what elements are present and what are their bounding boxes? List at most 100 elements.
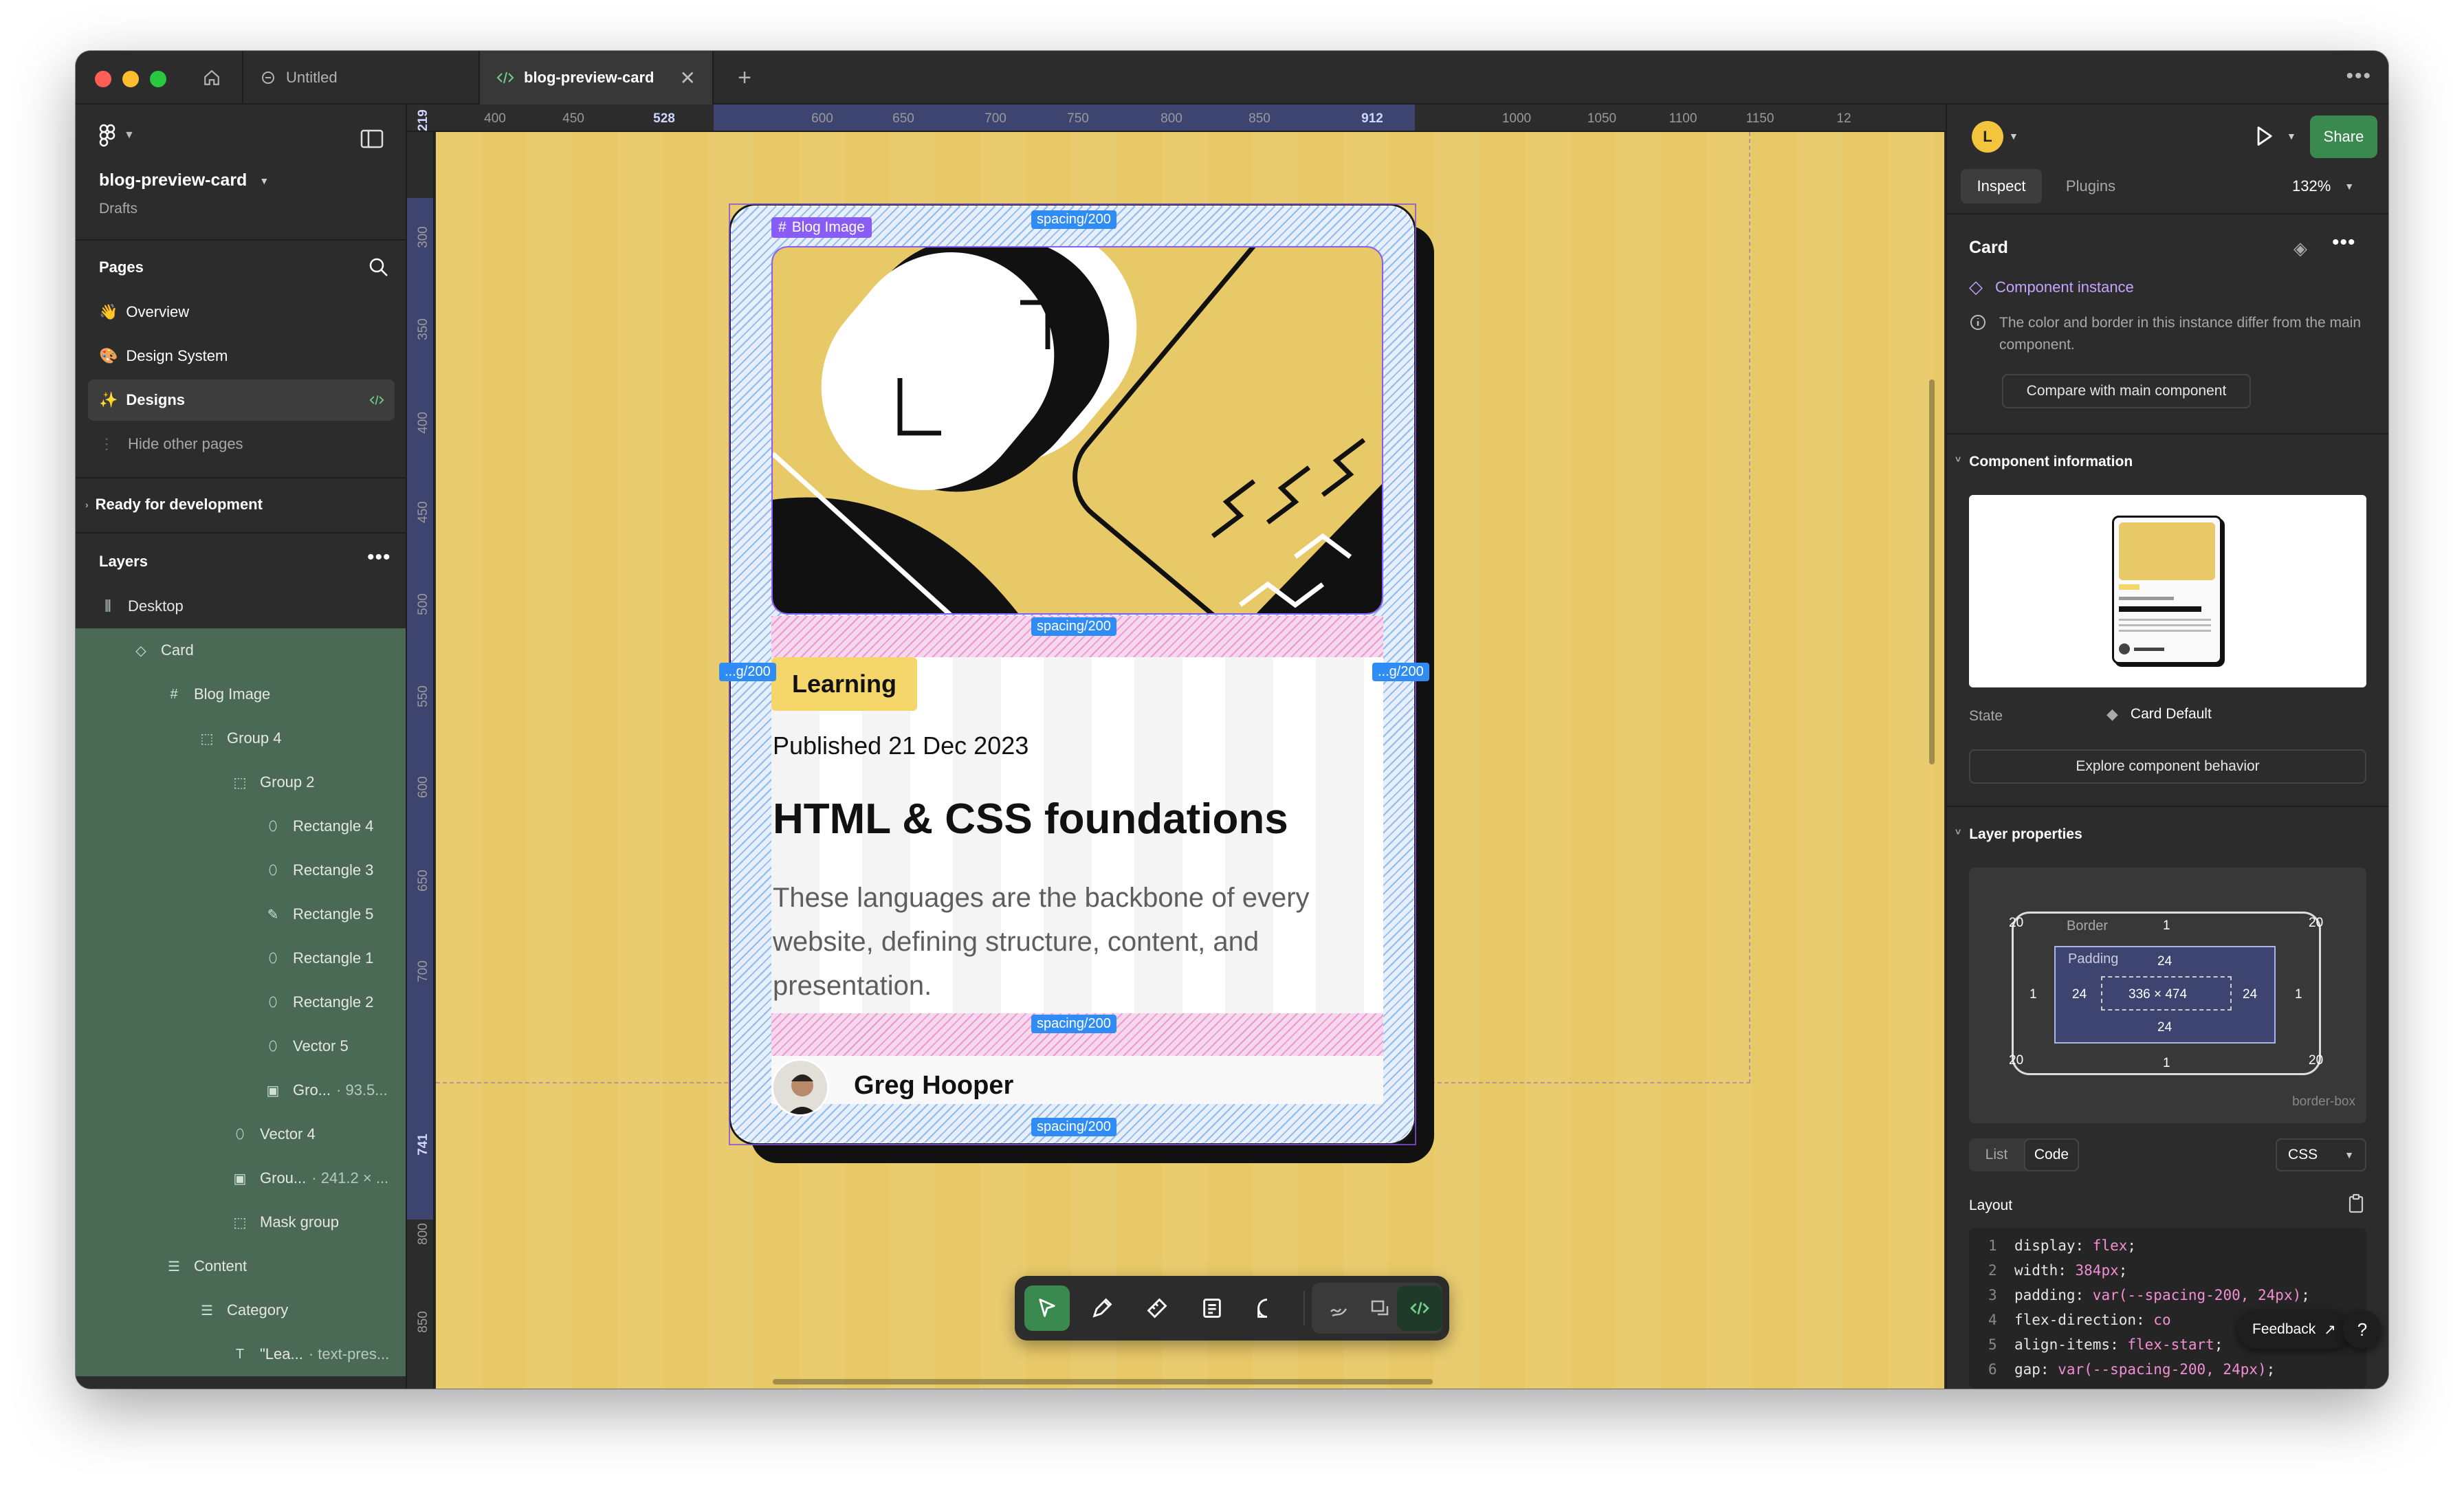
code-block[interactable]: 1 display: flex; 2 width: 384px; 3 padding: v… <box>1969 1228 2366 1389</box>
component-info-section[interactable]: ˅ Component information <box>1955 454 2133 470</box>
ruler-tick-label: 1100 <box>1669 111 1697 126</box>
ready-for-development[interactable]: › Ready for development <box>76 484 407 525</box>
ruler-tick-label: 741 <box>415 1134 430 1156</box>
horizontal-scrollbar[interactable] <box>773 1379 1433 1385</box>
tab-plugins[interactable]: Plugins <box>2050 169 2131 203</box>
present-button[interactable] <box>2252 124 2276 153</box>
layer-label: Vector 5 <box>293 1037 349 1055</box>
padding-label: Padding <box>2068 951 2119 967</box>
page-overview[interactable]: 👋 Overview <box>76 291 407 333</box>
tab-inspect[interactable]: Inspect <box>1961 169 2042 203</box>
language-select[interactable]: CSS ▼ <box>2276 1138 2366 1171</box>
zoom-control[interactable]: 132% ▼ <box>2292 177 2354 195</box>
layer-row[interactable]: T "Lea... · text-pres... <box>76 1332 406 1376</box>
layer-row[interactable]: ⬚ Group 2 <box>76 760 406 804</box>
card-description: These languages are the backbone of ever… <box>773 883 1310 1001</box>
tab-list[interactable]: List <box>1969 1138 2024 1171</box>
external-link-icon: ↗ <box>2324 1321 2336 1338</box>
layer-row[interactable]: ⫼ Desktop <box>76 584 406 628</box>
layer-row[interactable]: ☰ Category <box>76 1288 406 1332</box>
layer-row[interactable]: ⬚ Group 4 <box>76 716 406 760</box>
more-icon[interactable]: ••• <box>2346 65 2372 88</box>
hide-other-pages-button[interactable]: ⋮ Hide other pages <box>76 423 407 465</box>
vertical-scrollbar[interactable] <box>1929 379 1935 764</box>
move-tool-button[interactable] <box>1024 1286 1070 1331</box>
share-button[interactable]: Share <box>2310 115 2377 158</box>
app-window: Untitled blog-preview-card ✕ + ••• ▼ blo… <box>76 51 2388 1389</box>
layer-properties-section[interactable]: ˅ Layer properties <box>1955 826 2082 843</box>
instance-note-text: The color and border in this instance di… <box>1999 315 2362 353</box>
file-name-button[interactable]: blog-preview-card ▼ <box>99 170 269 190</box>
close-window-button[interactable] <box>95 71 111 87</box>
layer-row[interactable]: ⬯ Rectangle 3 <box>76 848 406 892</box>
tab-blog-preview-card[interactable]: blog-preview-card ✕ <box>480 51 714 104</box>
component-instance-link[interactable]: ◇ Component instance <box>1969 276 2134 298</box>
ruler-tick-label: 600 <box>811 111 833 126</box>
new-tab-button[interactable]: + <box>714 51 776 104</box>
annotate-tool-button[interactable] <box>1189 1286 1235 1331</box>
pen-tool-button[interactable] <box>1079 1286 1125 1331</box>
layer-row[interactable]: ☰ Content <box>76 1244 406 1288</box>
minimize-window-button[interactable] <box>122 71 139 87</box>
dev-mode-button[interactable] <box>1397 1286 1442 1331</box>
more-options-icon[interactable]: ••• <box>2332 231 2356 254</box>
help-button[interactable]: ? <box>2343 1310 2382 1349</box>
design-canvas[interactable]: # Blog Image Learning Published 21 Dec 2… <box>436 132 1944 1389</box>
frame-tag: # Blog Image <box>771 217 872 238</box>
design-mode-button[interactable] <box>1316 1286 1361 1331</box>
sparkles-emoji-icon: ✨ <box>99 391 118 408</box>
ruler-tick-label: 400 <box>484 111 506 126</box>
page-design-system[interactable]: 🎨 Design System <box>76 335 407 377</box>
chevron-down-icon[interactable]: ▼ <box>2009 131 2018 142</box>
code-token: var(--spacing-200, 24px) <box>2092 1287 2302 1303</box>
tab-untitled[interactable]: Untitled <box>243 51 480 104</box>
state-value[interactable]: ◆ Card Default <box>2106 705 2212 723</box>
layer-row[interactable]: ✎ Rectangle 5 <box>76 892 406 936</box>
layer-row[interactable]: ⬯ Vector 5 <box>76 1024 406 1068</box>
slides-mode-button[interactable] <box>1357 1286 1402 1331</box>
search-icon[interactable] <box>368 257 389 282</box>
code-token: flex-start <box>2127 1336 2214 1353</box>
measure-tool-button[interactable] <box>1134 1286 1180 1331</box>
user-avatar[interactable]: L <box>1972 121 2003 153</box>
card[interactable]: # Blog Image Learning Published 21 Dec 2… <box>719 203 1436 1163</box>
comment-tool-button[interactable] <box>1244 1286 1290 1331</box>
copy-icon[interactable] <box>2347 1193 2365 1218</box>
padding-value: 24 <box>2072 987 2087 1002</box>
page-label: Designs <box>126 391 185 408</box>
border-value: 1 <box>2030 987 2037 1002</box>
layer-row[interactable]: ◇ Card <box>76 628 406 672</box>
home-tab[interactable] <box>182 51 243 104</box>
layer-detail: · 93.5... <box>336 1081 388 1099</box>
component-instance-label: Component instance <box>1995 278 2134 296</box>
layer-row[interactable]: ⬚ Mask group <box>76 1200 406 1244</box>
layer-row[interactable]: ⬯ Rectangle 4 <box>76 804 406 848</box>
close-tab-icon[interactable]: ✕ <box>680 67 696 89</box>
feedback-button[interactable]: Feedback ↗ <box>2237 1310 2351 1349</box>
compare-button[interactable]: Compare with main component <box>2002 374 2251 408</box>
layer-row[interactable]: ⬯ Vector 4 <box>76 1112 406 1156</box>
tab-code[interactable]: Code <box>2024 1138 2079 1171</box>
frame-icon: ⫼ <box>104 598 111 614</box>
page-designs[interactable]: ✨ Designs <box>88 379 395 421</box>
pen-icon <box>1092 1298 1112 1318</box>
chevron-down-icon[interactable]: ▼ <box>2287 131 2296 142</box>
pen-icon: ✎ <box>267 907 279 923</box>
layers-more-icon[interactable]: ••• <box>367 546 391 569</box>
layer-row[interactable]: ⬯ Rectangle 1 <box>76 936 406 980</box>
main-menu-button[interactable]: ▼ <box>99 124 135 147</box>
toggle-sidebar-icon[interactable] <box>360 129 384 153</box>
content-size: 336 × 474 <box>2128 987 2188 1002</box>
component-icon[interactable]: ◈ <box>2294 238 2307 259</box>
spacing-label: ...g/200 <box>1372 663 1429 681</box>
layer-row[interactable]: ⬯ Rectangle 2 <box>76 980 406 1024</box>
layer-row[interactable]: # Blog Image <box>76 672 406 716</box>
layer-row[interactable]: ▣ Gro... · 93.5... <box>76 1068 406 1112</box>
ruler-tick-label: 1000 <box>1502 111 1532 126</box>
code-token: align-items: <box>2014 1336 2128 1353</box>
zoom-window-button[interactable] <box>150 71 166 87</box>
chevron-down-icon: ▼ <box>2344 181 2355 192</box>
instance-note: The color and border in this instance di… <box>1969 312 2382 356</box>
explore-behavior-button[interactable]: Explore component behavior <box>1969 749 2366 784</box>
layer-row[interactable]: ▣ Grou... · 241.2 × ... <box>76 1156 406 1200</box>
